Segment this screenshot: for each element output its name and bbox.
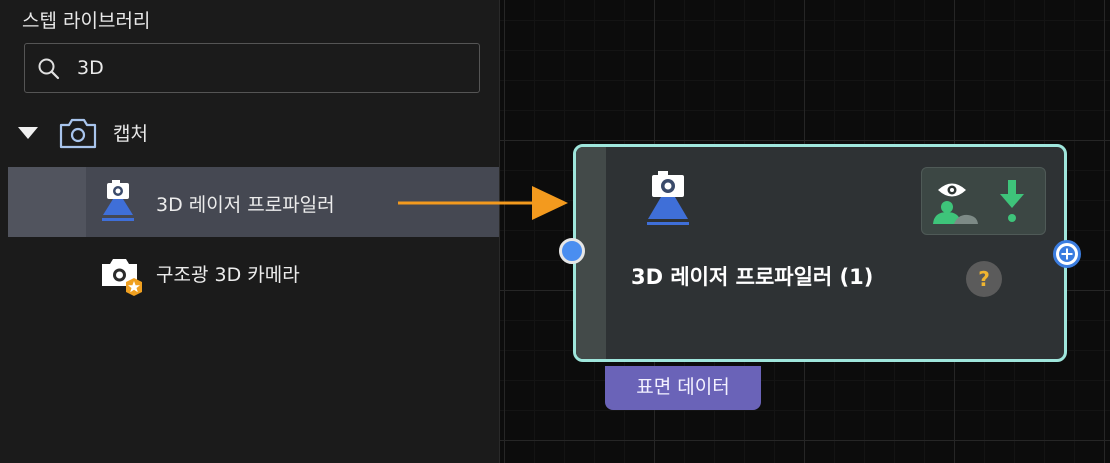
input-port[interactable] (559, 238, 585, 264)
category-label: 캡처 (113, 123, 148, 145)
search-box[interactable] (24, 43, 480, 93)
search-icon (38, 58, 60, 80)
plus-icon (1059, 246, 1075, 262)
output-port[interactable] (1053, 240, 1081, 268)
structured-light-camera-icon (102, 259, 142, 296)
laser-profiler-icon (647, 171, 689, 225)
drag-arrow (398, 186, 568, 220)
list-item-label: 3D 레이저 프로파일러 (156, 194, 335, 216)
node-action-group (921, 167, 1046, 235)
output-badge: 표면 데이터 (605, 366, 761, 410)
node-title: 3D 레이저 프로파일러 (1) (631, 265, 874, 289)
list-item-label: 구조광 3D 카메라 (156, 264, 300, 286)
category-capture[interactable]: 캡처 (0, 112, 499, 156)
search-input[interactable] (77, 54, 457, 82)
visualize-icon[interactable] (930, 178, 982, 226)
panel-title: 스텝 라이브러리 (22, 10, 151, 32)
step-node[interactable]: 3D 레이저 프로파일러 (1) ? (573, 144, 1067, 362)
step-library-panel: 스텝 라이브러리 캡처 3D 레이저 프로파일러 (0, 0, 500, 463)
laser-profiler-icon (102, 180, 134, 221)
caret-down-icon[interactable] (17, 126, 39, 140)
camera-icon (59, 118, 97, 149)
help-button[interactable]: ? (966, 261, 1002, 297)
list-item-structured-light-camera[interactable]: 구조광 3D 카메라 (8, 240, 499, 306)
download-icon[interactable] (998, 178, 1026, 226)
selection-indent (8, 167, 86, 237)
